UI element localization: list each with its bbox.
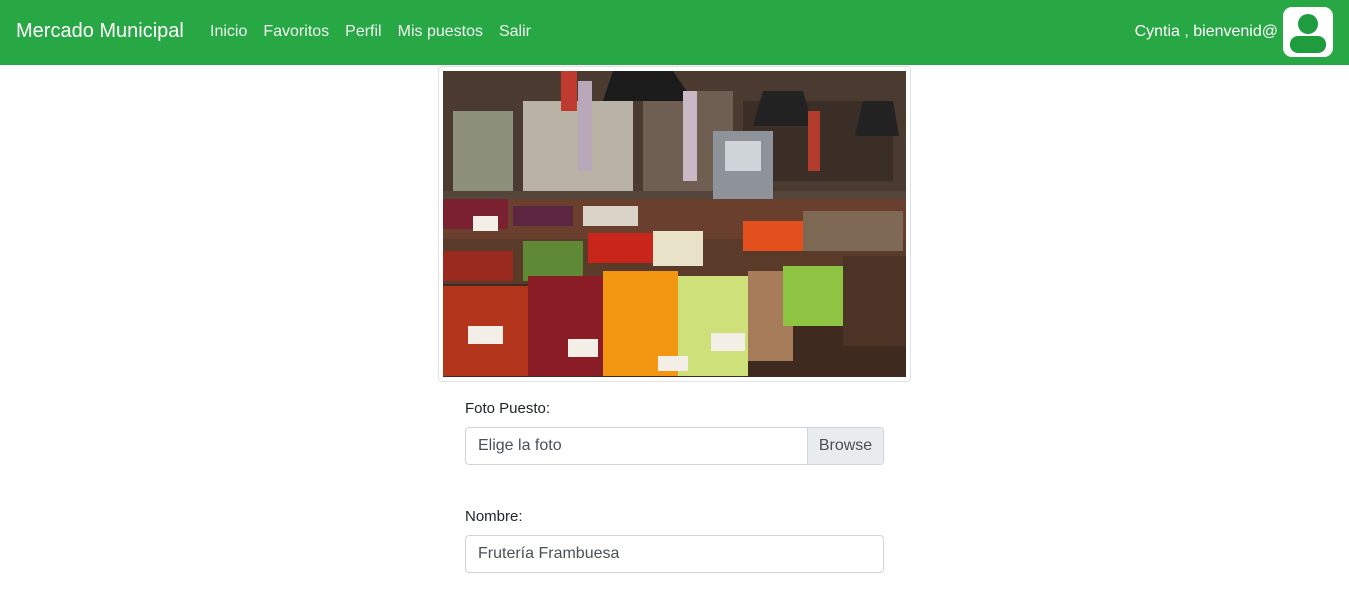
nav-link-inicio[interactable]: Inicio xyxy=(210,23,247,41)
brand-link[interactable]: Mercado Municipal xyxy=(16,20,184,43)
browse-button[interactable]: Browse xyxy=(807,428,883,464)
nav-link-perfil[interactable]: Perfil xyxy=(345,23,381,41)
nav-link-favoritos[interactable]: Favoritos xyxy=(263,23,329,41)
photo-file-placeholder: Elige la foto xyxy=(478,437,562,454)
stall-photo xyxy=(438,66,911,382)
nav-link-mis-puestos[interactable]: Mis puestos xyxy=(398,23,483,41)
welcome-text: Cyntia , bienvenid@ xyxy=(1134,23,1278,40)
market-stall-photo xyxy=(443,71,906,377)
top-navbar: Mercado Municipal Inicio Favoritos Perfi… xyxy=(0,0,1349,65)
user-avatar-icon[interactable] xyxy=(1283,7,1333,57)
photo-label: Foto Puesto: xyxy=(465,400,551,417)
nav-links: Inicio Favoritos Perfil Mis puestos Sali… xyxy=(210,23,531,41)
name-input[interactable] xyxy=(465,535,884,573)
nav-link-salir[interactable]: Salir xyxy=(499,23,531,41)
photo-file-input[interactable]: Elige la foto Browse xyxy=(465,427,884,465)
name-label: Nombre: xyxy=(465,508,523,525)
